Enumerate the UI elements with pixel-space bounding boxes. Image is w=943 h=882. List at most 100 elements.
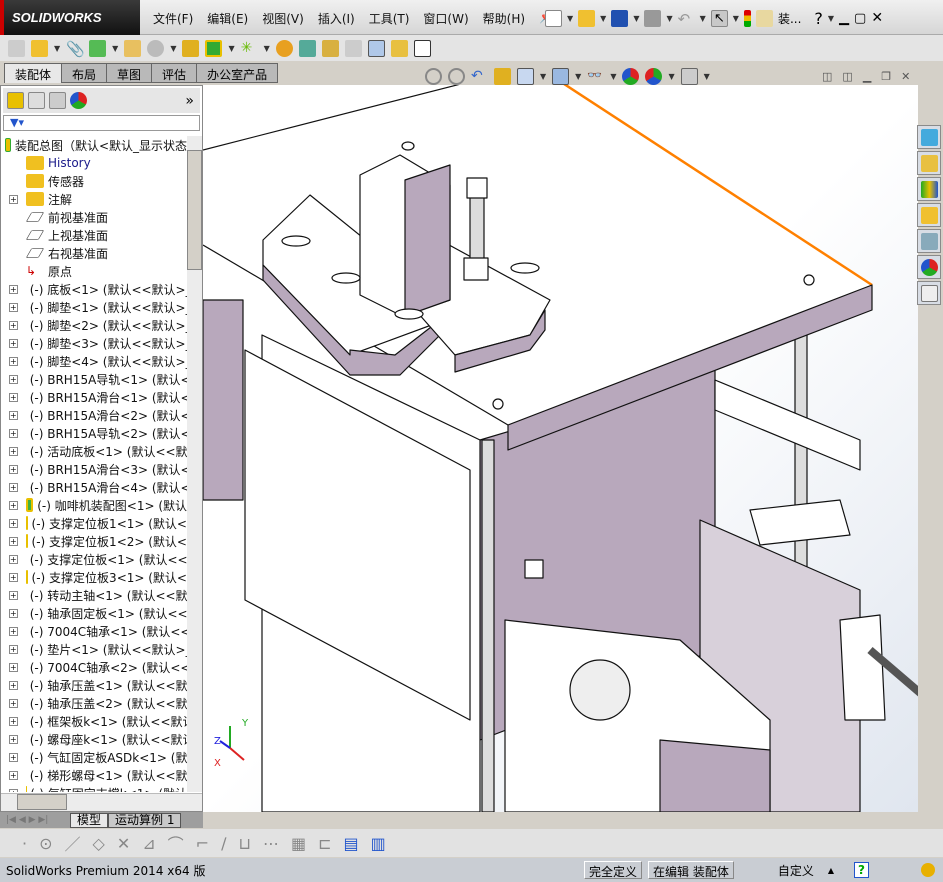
point-icon[interactable]: · [22,834,27,853]
reference-geometry-icon[interactable]: ✳ [241,40,258,57]
tree-item[interactable]: + (-) 气缸固定支撑k<1> (默认 [1,784,187,792]
tree-item[interactable]: + (-) 支撑定位板1<2> (默认< [1,532,187,550]
tree-item[interactable]: + (-) 螺母座k<1> (默认<<默认 [1,730,187,748]
tree-item[interactable]: + (-) 脚垫<2> (默认<<默认>_ [1,316,187,334]
help-icon[interactable]: ? [854,862,869,878]
save-icon[interactable] [611,9,629,27]
tree-item[interactable]: + (-) BRH15A导轨<1> (默认<< [1,370,187,388]
table-icon[interactable]: ▤ [343,834,358,853]
tree-item[interactable]: + (-) 脚垫<4> (默认<<默认>_ [1,352,187,370]
expand-toggle[interactable]: + [9,572,18,582]
sketch-icon[interactable]: ⊏ [318,834,331,853]
expand-toggle[interactable]: + [9,536,18,546]
menu-file[interactable]: 文件(F) [146,10,200,27]
maximize-icon[interactable]: ▢ [854,11,866,26]
expand-toggle[interactable]: + [9,482,18,492]
bill-of-materials-icon[interactable] [298,39,316,57]
tree-item[interactable]: + (-) 气缸固定板ASDk<1> (默 [1,748,187,766]
hscroll-thumb[interactable] [17,794,67,810]
tree-item[interactable]: + (-) 活动底板<1> (默认<<默 [1,442,187,460]
menu-insert[interactable]: 插入(I) [311,10,362,27]
new-document-icon[interactable] [545,9,562,27]
display-style-icon[interactable] [552,68,570,85]
expand-toggle[interactable]: + [9,284,18,294]
design-library-tab[interactable] [917,151,941,175]
smart-dimension-icon[interactable]: ⊔ [238,834,250,853]
smart-fasteners-icon[interactable] [124,39,142,57]
view-orientation-icon[interactable] [517,68,534,85]
menu-view[interactable]: 视图(V) [255,10,311,27]
table2-icon[interactable]: ▥ [371,834,386,853]
line-icon[interactable]: ／ [65,831,81,855]
move-component-icon[interactable] [147,39,165,57]
expand-toggle[interactable]: + [9,194,18,204]
units-selector[interactable]: 自定义 [778,862,814,879]
expand-toggle[interactable]: + [9,734,18,744]
select-pointer-icon[interactable]: ↖ [710,9,728,27]
edit-appearance-icon[interactable] [622,68,640,85]
expand-toggle[interactable]: + [9,392,18,402]
expand-toggle[interactable]: + [9,518,18,528]
minimize-icon[interactable]: ▁ [839,11,849,26]
tree-item[interactable]: + (-) 脚垫<3> (默认<<默认>_ [1,334,187,352]
expand-toggle[interactable]: + [9,446,18,456]
tree-horizontal-scrollbar[interactable] [1,793,202,811]
expand-panel-button[interactable]: » [185,93,194,109]
truncated-toolbar-label[interactable]: 装... [778,10,801,27]
trim-icon[interactable]: ✕ [117,834,130,853]
take-snapshot-icon[interactable] [413,39,431,57]
expand-toggle[interactable]: + [9,464,18,474]
tab-layout[interactable]: 布局 [61,63,108,83]
chamfer-icon[interactable]: ⌐ [196,834,209,853]
tree-item[interactable]: + (-) BRH15A滑台<4> (默认<< [1,478,187,496]
tree-item[interactable]: + (-) BRH15A滑台<3> (默认<< [1,460,187,478]
tile-right-icon[interactable]: ◫ [842,70,852,83]
extend-icon[interactable]: ⊿ [142,834,155,853]
assembly-features-icon[interactable] [205,39,223,57]
tab-evaluate[interactable]: 评估 [151,63,198,83]
menu-edit[interactable]: 编辑(E) [200,10,255,27]
instant3d-icon[interactable] [367,39,385,57]
tab-model[interactable]: 模型 [70,812,109,828]
tree-item[interactable]: + (-) BRH15A滑台<1> (默认<< [1,388,187,406]
new-part-icon[interactable] [31,39,48,57]
tree-item[interactable]: + (-) 7004C轴承<2> (默认<<默 [1,658,187,676]
file-explorer-tab[interactable] [917,177,941,201]
mirror-icon[interactable]: ∕ [221,834,226,853]
print-icon[interactable] [644,9,662,27]
close-icon[interactable]: ✕ [871,10,883,26]
expand-toggle[interactable]: + [9,428,18,438]
solidworks-resources-tab[interactable] [917,125,941,149]
expand-toggle[interactable]: + [9,680,18,690]
tree-item[interactable]: + (-) 支撑定位板1<1> (默认< [1,514,187,532]
previous-view-icon[interactable]: ↶ [471,68,488,85]
tree-item[interactable]: + (-) 咖啡机装配图<1> (默认 [1,496,187,514]
expand-toggle[interactable]: + [9,554,18,564]
appearances-tab[interactable] [917,255,941,279]
tree-item[interactable]: + (-) BRH15A导轨<2> (默认<< [1,424,187,442]
viewport-restore-icon[interactable]: ❐ [881,70,891,83]
tree-item[interactable]: + (-) 支撑定位板<1> (默认<< [1,550,187,568]
section-view-icon[interactable] [494,68,511,85]
tab-office-products[interactable]: 办公室产品 [196,63,279,83]
expand-toggle[interactable]: + [9,752,18,762]
add-relation-icon[interactable]: ⋯ [263,834,279,853]
apply-scene-icon[interactable] [645,68,663,85]
viewport-close-icon[interactable]: ✕ [901,70,910,83]
feature-manager-tab-icon[interactable] [7,92,24,109]
tree-item[interactable]: + (-) BRH15A滑台<2> (默认<< [1,406,187,424]
fillet-icon[interactable]: ⌒ [168,831,184,855]
expand-toggle[interactable]: + [9,770,18,780]
tab-sketch[interactable]: 草图 [106,63,153,83]
menu-window[interactable]: 窗口(W) [416,10,475,27]
tree-item[interactable]: + (-) 底板<1> (默认<<默认>_ [1,280,187,298]
folder-tab[interactable] [917,203,941,227]
tree-item[interactable]: + (-) 脚垫<1> (默认<<默认>_ [1,298,187,316]
help-button[interactable]: ? [814,9,823,28]
open-icon[interactable] [578,9,596,27]
expand-toggle[interactable]: + [9,590,18,600]
tree-vertical-scrollbar[interactable] [187,136,202,792]
rebuild-traffic-light-icon[interactable] [743,9,751,27]
view-settings-icon[interactable] [680,68,698,85]
undo-icon[interactable]: ↶ [678,10,695,28]
